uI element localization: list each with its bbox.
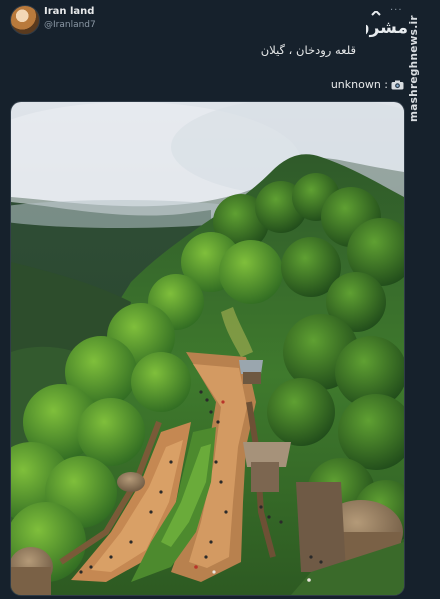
mashregh-logo-text: مشرق [366,18,408,38]
tweet-card: Iran land @Iranland7 ··· مشرق mashreghne… [0,0,440,599]
watermark-url-text: mashreghnews.ir [408,15,420,122]
credit-label: unknown : [330,78,388,91]
tweet-photo[interactable] [10,101,405,596]
photo-credit: unknown : [331,78,404,91]
watermark-url: mashreghnews.ir [408,15,426,122]
tweet-text: قلعه رودخان ، گیلان [260,43,356,57]
author-handle[interactable]: @Iranland7 [44,20,96,30]
mashregh-logo: مشرق [366,11,408,38]
camera-icon [391,80,404,90]
photo-rudkhan-castle [11,102,404,595]
author-display-name[interactable]: Iran land [44,6,94,17]
author-avatar[interactable] [10,5,40,35]
